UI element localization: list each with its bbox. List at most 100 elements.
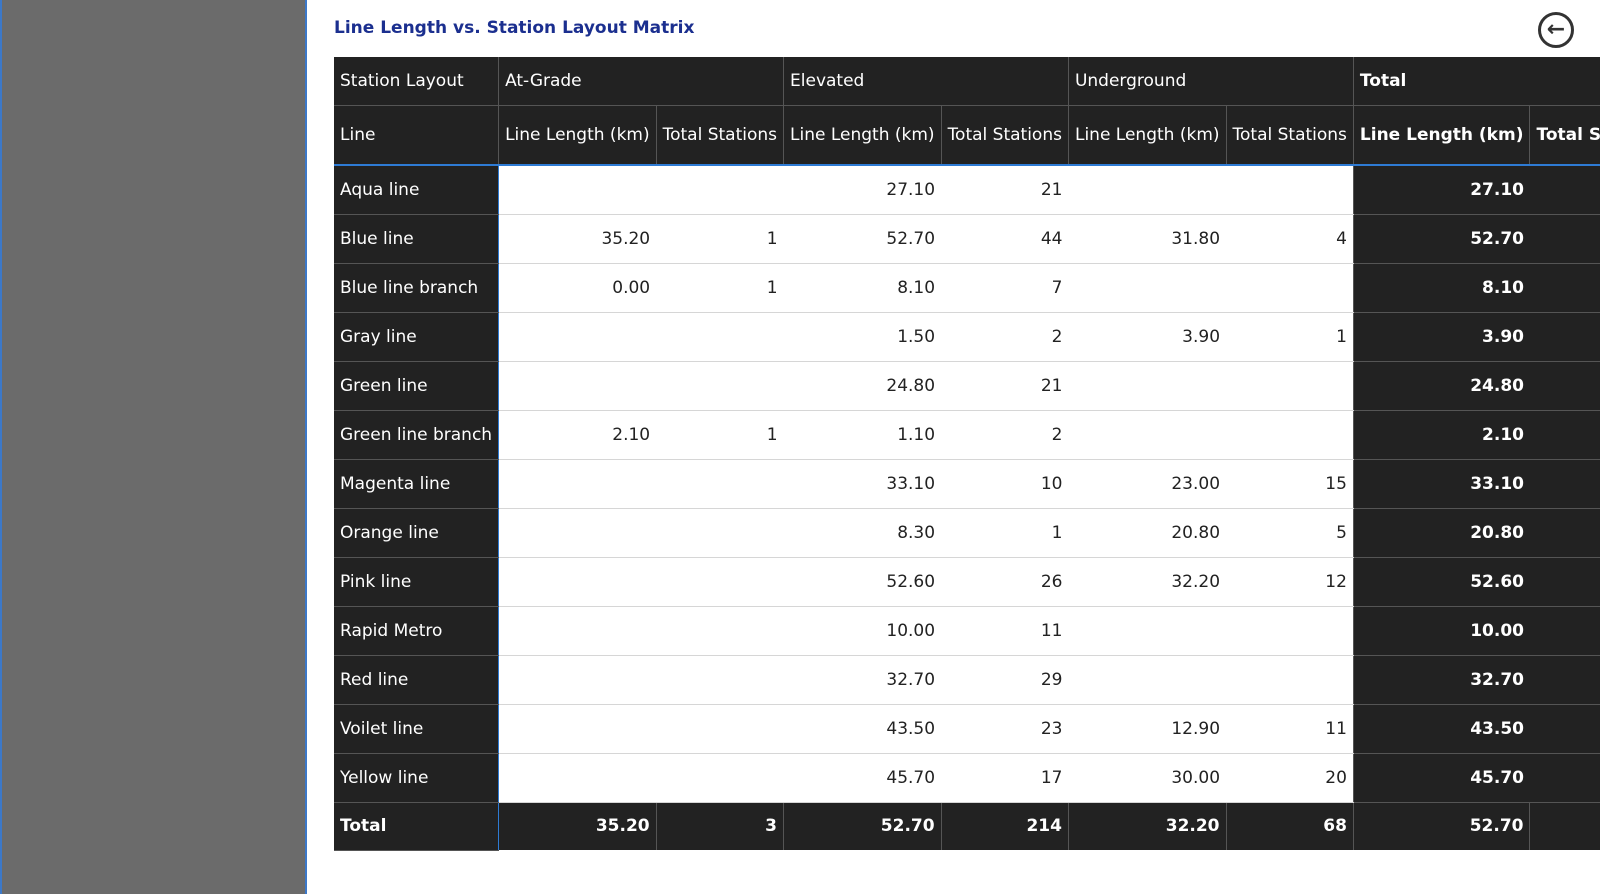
row-label[interactable]: Pink line: [334, 557, 499, 607]
table-cell: [1068, 263, 1227, 313]
table-cell: [1068, 361, 1227, 411]
table-cell: [498, 312, 657, 362]
total-row-label: Total: [334, 802, 500, 851]
row-label[interactable]: Yellow line: [334, 753, 499, 803]
table-cell: [1068, 606, 1227, 656]
row-label[interactable]: Green line branch: [334, 410, 499, 460]
table-cell: 11: [1226, 704, 1354, 754]
table-cell: 1.10: [783, 410, 942, 460]
table-cell: 15: [1226, 459, 1354, 509]
table-row: Red line32.702932.7029: [334, 655, 1600, 705]
table-cell: [656, 508, 784, 558]
table-cell: 12.90: [1068, 704, 1227, 754]
row-total-cell: 43.50: [1352, 704, 1530, 754]
table-cell: 20.80: [1068, 508, 1227, 558]
table-cell: 3.90: [1068, 312, 1227, 362]
row-label[interactable]: Voilet line: [334, 704, 499, 754]
row-total-cell: 3.90: [1352, 312, 1530, 362]
table-cell: 43.50: [783, 704, 942, 754]
table-cell: [656, 557, 784, 607]
col-header-total-stations[interactable]: Total Stations: [940, 105, 1069, 166]
col-header-line-length[interactable]: Line Length (km): [1352, 105, 1530, 166]
row-total-cell: 24.80: [1352, 361, 1530, 411]
row-total-cell: 32.70: [1352, 655, 1530, 705]
table-cell: 1: [656, 263, 784, 313]
table-row: Blue line branch0.0018.1078.108: [334, 263, 1600, 313]
table-cell: 10.00: [783, 606, 942, 656]
col-header-total-stations[interactable]: Total Stations: [1225, 105, 1354, 166]
table-cell: 27.10: [783, 165, 942, 215]
table-cell: 32.20: [1068, 557, 1227, 607]
row-label[interactable]: Orange line: [334, 508, 499, 558]
row-total-cell: 3: [1529, 410, 1600, 460]
table-cell: [1226, 410, 1354, 460]
row-label[interactable]: Magenta line: [334, 459, 499, 509]
total-cell: 52.70: [1352, 802, 1530, 850]
table-cell: 33.10: [783, 459, 942, 509]
col-header-line-length[interactable]: Line Length (km): [1067, 105, 1227, 166]
back-button[interactable]: ←: [1538, 12, 1574, 48]
row-total-cell: 10.00: [1352, 606, 1530, 656]
row-total-cell: 3: [1529, 312, 1600, 362]
row-total-cell: 25: [1529, 459, 1600, 509]
col-header-label[interactable]: Line: [334, 105, 499, 166]
row-label[interactable]: Gray line: [334, 312, 499, 362]
row-total-cell: 37: [1529, 753, 1600, 803]
table-cell: 31.80: [1068, 214, 1227, 264]
table-cell: 0.00: [498, 263, 657, 313]
group-header-at-grade[interactable]: At-Grade: [498, 57, 784, 106]
table-cell: 2.10: [498, 410, 657, 460]
table-cell: [498, 165, 657, 215]
table-row: Aqua line27.102127.1021: [334, 165, 1600, 215]
table-cell: [498, 655, 657, 705]
matrix-table: Station Layout At-Grade Elevated Undergr…: [334, 57, 1600, 851]
table-cell: [498, 361, 657, 411]
group-header-total[interactable]: Total: [1352, 57, 1600, 106]
table-cell: [498, 508, 657, 558]
table-cell: 11: [941, 606, 1069, 656]
col-header-line-length[interactable]: Line Length (km): [498, 105, 657, 166]
table-cell: [1068, 410, 1227, 460]
row-total-cell: 45.70: [1352, 753, 1530, 803]
table-row: Voilet line43.502312.901143.5034: [334, 704, 1600, 754]
row-label[interactable]: Blue line branch: [334, 263, 499, 313]
table-cell: 21: [941, 165, 1069, 215]
arrow-left-circle-icon: ←: [1546, 17, 1566, 42]
table-cell: [656, 704, 784, 754]
row-label[interactable]: Green line: [334, 361, 499, 411]
total-cell: 285: [1529, 802, 1600, 850]
table-cell: [1226, 263, 1354, 313]
table-cell: 1.50: [783, 312, 942, 362]
table-cell: 44: [941, 214, 1069, 264]
total-cell: 3: [655, 802, 784, 850]
group-header-elevated[interactable]: Elevated: [783, 57, 1069, 106]
row-label[interactable]: Rapid Metro: [334, 606, 499, 656]
table-cell: 29: [941, 655, 1069, 705]
table-row: Magenta line33.101023.001533.1025: [334, 459, 1600, 509]
row-total-cell: 52.70: [1352, 214, 1530, 264]
table-cell: [656, 165, 784, 215]
col-header-total-stations[interactable]: Total Stations: [655, 105, 784, 166]
total-cell: 35.20: [498, 802, 657, 850]
table-cell: 45.70: [783, 753, 942, 803]
table-row: Pink line52.602632.201252.6038: [334, 557, 1600, 607]
table-cell: 24.80: [783, 361, 942, 411]
table-row: Gray line1.5023.9013.903: [334, 312, 1600, 362]
table-cell: 21: [941, 361, 1069, 411]
row-label[interactable]: Aqua line: [334, 165, 499, 215]
table-cell: [656, 606, 784, 656]
total-cell: 52.70: [783, 802, 942, 850]
row-total-cell: 29: [1529, 655, 1600, 705]
table-cell: [1068, 165, 1227, 215]
table-cell: 7: [941, 263, 1069, 313]
row-total-cell: 21: [1529, 165, 1600, 215]
total-cell: 214: [940, 802, 1069, 850]
group-header-underground[interactable]: Underground: [1067, 57, 1354, 106]
row-label[interactable]: Blue line: [334, 214, 499, 264]
table-cell: [1226, 165, 1354, 215]
table-cell: 8.30: [783, 508, 942, 558]
row-label[interactable]: Red line: [334, 655, 499, 705]
table-cell: 10: [941, 459, 1069, 509]
col-header-line-length[interactable]: Line Length (km): [783, 105, 942, 166]
col-header-total-stations[interactable]: Total Stations: [1529, 105, 1600, 166]
